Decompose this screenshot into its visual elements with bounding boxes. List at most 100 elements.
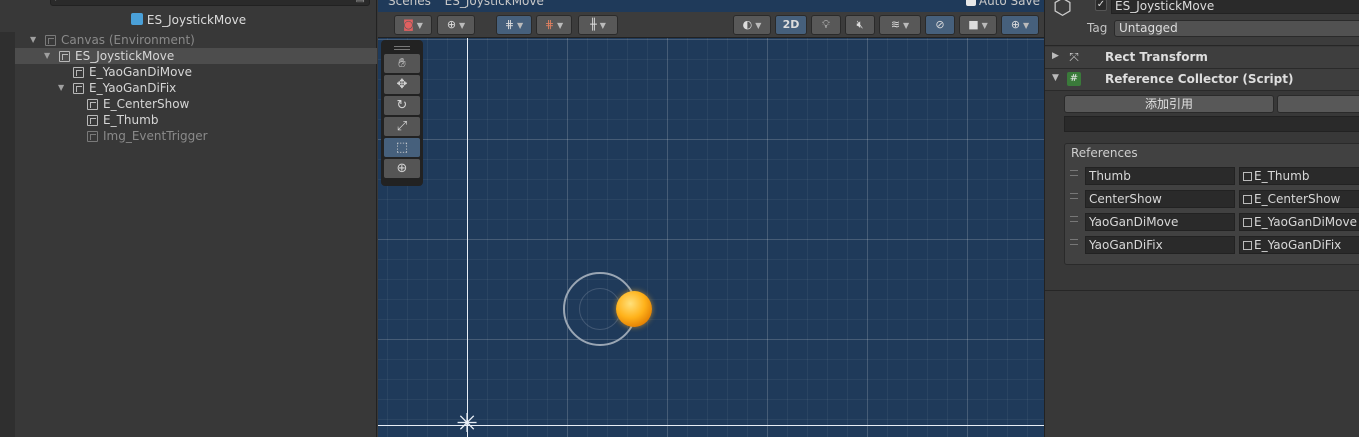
reference-object-label: E_Thumb	[1254, 169, 1310, 183]
hierarchy-panel: ⌕ ▤ ES_JoystickMove ▼ Canvas (Environmen…	[0, 0, 377, 437]
prefab-title-label: ES_JoystickMove	[146, 13, 247, 27]
increment-snap-button[interactable]: ⋕ ▼	[536, 15, 572, 35]
light-bulb-icon: 💡︎	[822, 18, 830, 31]
lighting-button[interactable]: 💡︎	[811, 15, 841, 35]
ruler-button[interactable]: ╫ ▼	[578, 15, 618, 35]
hierarchy-item-canvas[interactable]: ▼ Canvas (Environment)	[15, 32, 377, 48]
shading-mode-button[interactable]: ◐ ▼	[733, 15, 771, 35]
reference-object-field[interactable]: E_YaoGanDiFix	[1239, 236, 1359, 254]
gameobject-icon	[59, 51, 70, 62]
gameobject-icon	[1243, 241, 1252, 250]
auto-save-toggle[interactable]: Auto Save	[965, 0, 1040, 8]
reference-object-field[interactable]: E_Thumb	[1239, 167, 1359, 185]
mode-2d-button[interactable]: 2D	[775, 15, 807, 35]
script-icon: #	[1067, 72, 1081, 86]
chevron-down-icon: ▼	[459, 21, 466, 30]
hierarchy-item-e-yaogandifix[interactable]: ▼ E_YaoGanDiFix	[15, 80, 377, 96]
expand-triangle-icon[interactable]: ▼	[58, 80, 68, 96]
scene-view[interactable]: ◙ ▼ ⊕ ▼ ⋕ ▼ ⋕ ▼ ╫ ▼ ◐ ▼ 2D 💡︎ 🔇︎ ≋ ▼ ⊘ ■ ▼ ⊕ ▼ Sc…	[378, 0, 1044, 437]
hierarchy-item-e-centershow[interactable]: E_CenterShow	[15, 96, 377, 112]
hierarchy-search-input[interactable]: ⌕ ▤	[50, 0, 370, 6]
move-tool-button[interactable]: ✥	[384, 75, 420, 94]
draw-mode-button[interactable]: ◙ ▼	[394, 15, 432, 35]
chevron-down-icon: ▼	[557, 21, 564, 30]
reference-object-field[interactable]: E_YaoGanDiMove	[1239, 213, 1359, 231]
transform-tool-button[interactable]: ⊕	[384, 159, 420, 178]
drag-handle-icon[interactable]	[1070, 170, 1078, 176]
tag-dropdown[interactable]: Untagged	[1114, 20, 1359, 37]
hierarchy-item-label: E_CenterShow	[103, 97, 190, 111]
chevron-down-icon: ▼	[517, 21, 524, 30]
draw-mode-icon: ◙	[403, 18, 414, 31]
expand-triangle-icon[interactable]: ▼	[44, 48, 54, 64]
scenes-link[interactable]: Scenes	[388, 0, 431, 8]
expand-triangle-icon[interactable]: ▼	[30, 32, 40, 48]
gameobject-icon	[87, 115, 98, 126]
globe-icon: ⊕	[446, 18, 457, 31]
reference-row[interactable]: YaoGanDiMove E_YaoGanDiMove	[1065, 212, 1359, 232]
reference-key-field[interactable]: Thumb	[1085, 167, 1235, 185]
canvas-pivot-icon[interactable]: ✳	[453, 410, 481, 437]
joystick-thumb[interactable]	[616, 291, 652, 327]
grid-snap-icon: ⋕	[504, 18, 515, 31]
reference-row[interactable]: CenterShow E_CenterShow	[1065, 189, 1359, 209]
reference-object-label: E_CenterShow	[1254, 192, 1341, 206]
gameobject-large-icon: ⬡	[1053, 0, 1073, 20]
component-rect-transform[interactable]: ▶ ⤧ Rect Transform	[1045, 47, 1359, 69]
chevron-down-icon: ▼	[1023, 21, 1030, 30]
chevron-down-icon: ▼	[981, 21, 988, 30]
snap-icon: ⋕	[544, 18, 555, 31]
chevron-down-icon: ▼	[416, 21, 423, 30]
prefab-title: ES_JoystickMove	[0, 10, 377, 30]
reference-key-field[interactable]: YaoGanDiFix	[1085, 236, 1235, 254]
object-name-field[interactable]: ES_JoystickMove	[1111, 0, 1359, 14]
reference-key-field[interactable]: CenterShow	[1085, 190, 1235, 208]
breadcrumb-prefab[interactable]: ES_JoystickMove	[445, 0, 544, 8]
global-local-button[interactable]: ⊕ ▼	[437, 15, 475, 35]
reference-row[interactable]: YaoGanDiFix E_YaoGanDiFix	[1065, 235, 1359, 255]
hierarchy-item-img-eventtrigger[interactable]: Img_EventTrigger	[15, 128, 377, 144]
component-reference-collector[interactable]: ▼ # Reference Collector (Script)	[1045, 69, 1359, 91]
secondary-button[interactable]	[1277, 95, 1359, 113]
camera-button[interactable]: ■ ▼	[959, 15, 997, 35]
add-reference-button[interactable]: 添加引用	[1064, 95, 1274, 113]
expand-triangle-icon[interactable]: ▼	[1052, 73, 1059, 83]
drag-handle-icon[interactable]	[1070, 239, 1078, 245]
scene-breadcrumb[interactable]: Scenes ES_JoystickMove	[378, 0, 544, 8]
add-icon[interactable]: ▤	[356, 0, 365, 4]
rotate-tool-button[interactable]: ↻	[384, 96, 420, 115]
hierarchy-item-es-joystickmove[interactable]: ▼ ES_JoystickMove	[15, 48, 377, 64]
hierarchy-item-e-thumb[interactable]: E_Thumb	[15, 112, 377, 128]
effects-button[interactable]: ≋ ▼	[879, 15, 921, 35]
camera-icon: ■	[968, 18, 979, 31]
gizmos-button[interactable]: ⊕ ▼	[1001, 15, 1039, 35]
sphere-icon: ◐	[742, 18, 753, 31]
gameobject-icon	[45, 35, 56, 46]
references-title: References	[1071, 146, 1138, 160]
hierarchy-item-e-yaogandimove[interactable]: E_YaoGanDiMove	[15, 64, 377, 80]
effects-icon: ≋	[890, 18, 901, 31]
hierarchy-item-label: Canvas (Environment)	[61, 33, 195, 47]
gameobject-icon	[73, 67, 84, 78]
search-icon: ⌕	[55, 0, 60, 4]
audio-button[interactable]: 🔇︎	[845, 15, 875, 35]
inspector-panel: ⬡ ✓ ES_JoystickMove Tag Untagged ▶ ⤧ Rec…	[1044, 0, 1359, 437]
empty-input-field[interactable]	[1064, 116, 1359, 132]
auto-save-checkbox[interactable]	[965, 0, 976, 6]
scene-grid[interactable]	[378, 38, 1044, 437]
grid-snap-button[interactable]: ⋕ ▼	[496, 15, 532, 35]
collapse-triangle-icon[interactable]: ▶	[1052, 51, 1059, 61]
rect-tool-button[interactable]: ⬚	[384, 138, 420, 157]
hand-tool-button[interactable]: ✋︎	[384, 54, 420, 73]
drag-handle-icon[interactable]	[394, 46, 410, 50]
scale-tool-button[interactable]: ⤢	[384, 117, 420, 136]
drag-handle-icon[interactable]	[1070, 193, 1078, 199]
active-checkbox[interactable]: ✓	[1095, 0, 1107, 11]
reference-row[interactable]: Thumb E_Thumb	[1065, 166, 1359, 186]
hierarchy-gutter	[0, 32, 15, 437]
tools-overlay: ✋︎ ✥ ↻ ⤢ ⬚ ⊕	[381, 40, 423, 186]
drag-handle-icon[interactable]	[1070, 216, 1078, 222]
reference-object-field[interactable]: E_CenterShow	[1239, 190, 1359, 208]
visibility-button[interactable]: ⊘	[925, 15, 955, 35]
reference-key-field[interactable]: YaoGanDiMove	[1085, 213, 1235, 231]
